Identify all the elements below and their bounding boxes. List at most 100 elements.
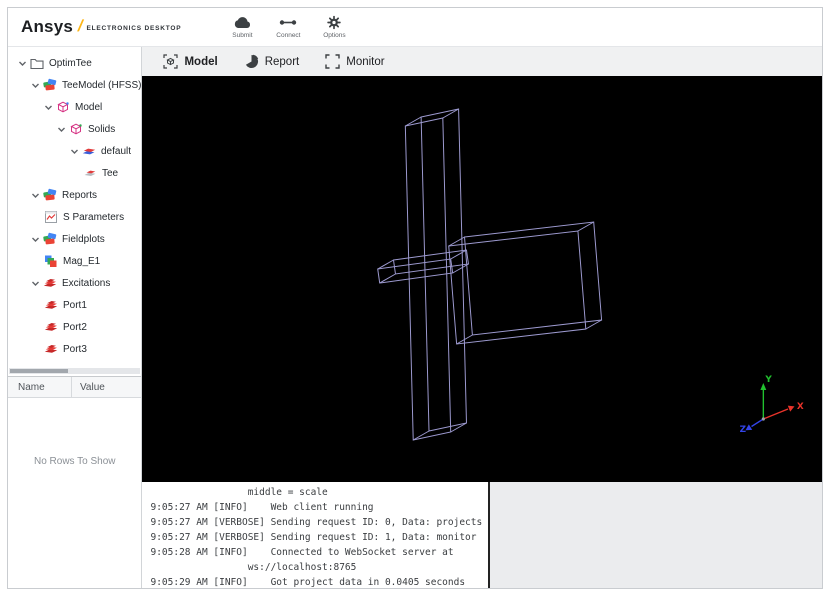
console-line: ws://localhost:8765 xyxy=(150,562,357,573)
material-icon xyxy=(82,144,97,158)
monitor-tab-icon xyxy=(325,54,340,69)
toolbar-button-label: Options xyxy=(323,32,346,39)
model-tab-icon xyxy=(163,54,179,69)
tree-item-model[interactable]: Model xyxy=(8,96,141,118)
chevron-down-icon[interactable] xyxy=(31,191,43,200)
3d-viewport[interactable]: Y X Z xyxy=(142,76,822,482)
ansys-logo: Ansys / ELECTRONICS DESKTOP xyxy=(21,17,181,37)
tree-item-default[interactable]: default xyxy=(8,140,141,162)
tree-item-label: TeeModel (HFSS) xyxy=(62,79,142,91)
sparams-icon xyxy=(44,210,59,224)
app-header: Ansys / ELECTRONICS DESKTOP Submit Connec… xyxy=(8,8,822,47)
chevron-down-icon[interactable] xyxy=(31,81,43,90)
tee-wireframe: Y X Z xyxy=(377,108,804,441)
tree-item-label: Port1 xyxy=(63,299,87,311)
tree-item-tee[interactable]: Tee xyxy=(8,162,141,184)
project-tree: OptimTee TeeModel (HFSS) Model Solids defaul… xyxy=(8,47,141,376)
chevron-down-icon[interactable] xyxy=(70,147,82,156)
report-tab-icon xyxy=(244,54,259,69)
part-icon xyxy=(83,166,98,180)
logo-slash-icon: / xyxy=(76,18,85,35)
console-line: 9:05:29 AM [INFO] Got project data in 0.… xyxy=(150,577,466,588)
tree-item-label: Fieldplots xyxy=(62,233,105,245)
tree-item-label: OptimTee xyxy=(49,57,92,69)
sidebar: OptimTee TeeModel (HFSS) Model Solids defaul… xyxy=(8,47,143,588)
tree-item-label: Port2 xyxy=(63,321,87,333)
tree-item-label: default xyxy=(101,145,132,157)
bottom-right-panel xyxy=(490,482,822,588)
tabbar: Model Report Monitor xyxy=(142,47,822,76)
tree-item-label: Solids xyxy=(88,123,116,135)
chevron-down-icon[interactable] xyxy=(44,103,56,112)
tree-item-fieldplots[interactable]: Fieldplots xyxy=(8,228,141,250)
console-line: middle = scale xyxy=(150,487,328,498)
tree-horizontal-scrollbar[interactable] xyxy=(9,368,141,374)
tab-monitor[interactable]: Monitor xyxy=(312,47,397,76)
design-icon xyxy=(43,232,58,246)
tree-item-label: S Parameters xyxy=(63,211,125,223)
port-icon xyxy=(44,342,59,356)
tree-item-teemodel-hfss[interactable]: TeeModel (HFSS) xyxy=(8,74,141,96)
axis-y-label: Y xyxy=(765,375,773,385)
tree-item-label: Excitations xyxy=(62,277,111,289)
tree-item-label: Port3 xyxy=(63,343,87,355)
cloud-icon xyxy=(232,15,252,30)
product-name: ELECTRONICS DESKTOP xyxy=(86,24,182,32)
toolbar-submit-button[interactable]: Submit xyxy=(223,14,261,40)
console-line: 9:05:27 AM [VERBOSE] Sending request ID:… xyxy=(150,532,477,543)
tree-item-reports[interactable]: Reports xyxy=(8,184,141,206)
axis-x-label: X xyxy=(797,402,804,412)
toolbar-button-label: Connect xyxy=(276,32,301,39)
console-line: 9:05:28 AM [INFO] Connected to WebSocket… xyxy=(150,547,454,558)
props-col-value: Value xyxy=(80,381,105,393)
tab-report[interactable]: Report xyxy=(231,47,313,76)
properties-header: Name Value xyxy=(8,377,142,398)
tree-item-port1[interactable]: Port1 xyxy=(8,294,141,316)
model-icon xyxy=(56,100,71,114)
chevron-down-icon[interactable] xyxy=(31,279,43,288)
folder-icon xyxy=(30,56,45,70)
chevron-down-icon[interactable] xyxy=(31,235,43,244)
tree-item-optimtee[interactable]: OptimTee xyxy=(8,52,141,74)
tree-item-mag-e1[interactable]: Mag_E1 xyxy=(8,250,141,272)
tree-item-label: Model xyxy=(75,101,103,113)
console-log[interactable]: middle = scale 9:05:27 AM [INFO] Web clie… xyxy=(142,482,491,588)
excitations-icon xyxy=(43,276,58,290)
bottom-area: middle = scale 9:05:27 AM [INFO] Web clie… xyxy=(142,482,822,588)
design-icon xyxy=(43,78,58,92)
toolbar-button-label: Submit xyxy=(232,32,253,39)
port-icon xyxy=(44,298,59,312)
connect-icon xyxy=(278,15,298,30)
gear-icon xyxy=(326,15,342,30)
props-col-name: Name xyxy=(8,377,72,397)
app-window: Ansys / ELECTRONICS DESKTOP Submit Connec… xyxy=(7,7,823,589)
chevron-down-icon[interactable] xyxy=(18,59,30,68)
props-empty-text: No Rows To Show xyxy=(8,398,142,588)
port-icon xyxy=(44,320,59,334)
toolbar-connect-button[interactable]: Connect xyxy=(269,14,307,40)
content-row: OptimTee TeeModel (HFSS) Model Solids defaul… xyxy=(8,47,822,588)
axes-triad: Y X Z xyxy=(740,375,804,435)
axis-z-label: Z xyxy=(740,425,747,435)
toolbar-options-button[interactable]: Options xyxy=(315,14,353,40)
header-toolbar: Submit Connect Options xyxy=(223,14,353,40)
tab-label: Model xyxy=(184,55,218,68)
tree-item-solids[interactable]: Solids xyxy=(8,118,141,140)
chevron-down-icon[interactable] xyxy=(57,125,69,134)
tree-item-port2[interactable]: Port2 xyxy=(8,316,141,338)
tab-model[interactable]: Model xyxy=(150,47,230,76)
tree-item-port3[interactable]: Port3 xyxy=(8,338,141,360)
tab-label: Monitor xyxy=(346,55,385,68)
solids-icon xyxy=(69,122,84,136)
properties-panel: Name Value No Rows To Show xyxy=(8,376,142,588)
tree-item-label: Reports xyxy=(62,189,98,201)
scrollbar-thumb[interactable] xyxy=(10,369,68,373)
fieldplot-icon xyxy=(44,254,59,268)
brand-name: Ansys xyxy=(21,17,74,36)
console-line: 9:05:27 AM [VERBOSE] Sending request ID:… xyxy=(150,517,483,528)
tree-item-label: Tee xyxy=(102,167,119,179)
tree-item-s-parameters[interactable]: S Parameters xyxy=(8,206,141,228)
tree-item-excitations[interactable]: Excitations xyxy=(8,272,141,294)
console-line: 9:05:27 AM [INFO] Web client running xyxy=(150,502,374,513)
main-area: Model Report Monitor Y X Z middle = scal… xyxy=(142,47,822,588)
